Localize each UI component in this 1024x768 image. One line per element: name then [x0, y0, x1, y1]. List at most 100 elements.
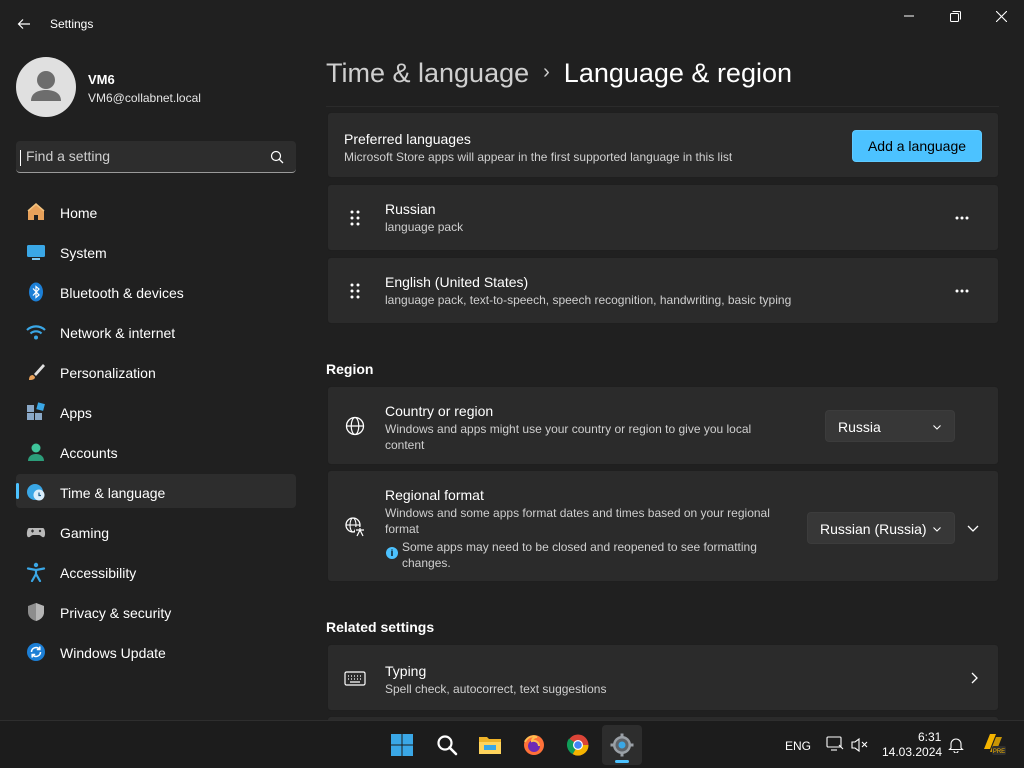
close-button[interactable] — [978, 0, 1024, 32]
sidebar-item-bluetooth[interactable]: Bluetooth & devices — [16, 274, 296, 308]
typing-subtitle: Spell check, autocorrect, text suggestio… — [385, 682, 607, 696]
sidebar-item-label: Windows Update — [60, 645, 166, 661]
globe-clock-icon — [27, 484, 45, 501]
regional-format-dropdown[interactable]: Russian (Russia) — [807, 512, 955, 544]
taskbar-chrome[interactable] — [558, 725, 598, 765]
minimize-button[interactable] — [886, 0, 932, 32]
drag-handle-icon[interactable] — [348, 209, 362, 227]
sidebar-item-gaming[interactable]: Gaming — [16, 514, 296, 548]
country-region-title: Country or region — [385, 403, 494, 419]
sidebar-item-time-language[interactable]: Time & language — [16, 474, 296, 508]
sidebar-item-label: Time & language — [60, 485, 166, 501]
language-item-russian[interactable]: Russian language pack — [327, 184, 999, 251]
sidebar-item-label: Bluetooth & devices — [60, 285, 184, 301]
sidebar: Home System Bluetooth & devices Network … — [16, 194, 296, 674]
search-icon[interactable] — [270, 150, 284, 164]
expand-button[interactable] — [966, 521, 980, 535]
more-options-button[interactable] — [946, 202, 978, 234]
chrome-icon — [566, 734, 589, 756]
typing-title: Typing — [385, 663, 427, 679]
back-button[interactable] — [10, 10, 38, 38]
language-features: language pack — [385, 220, 464, 234]
country-region-subtitle: Windows and apps might use your country … — [385, 422, 752, 452]
regional-format-card[interactable]: Regional format Windows and some apps fo… — [327, 470, 999, 582]
taskbar: ENG 6:31 14.03.2024 PRE — [0, 720, 1024, 768]
title-bar: Settings — [0, 0, 1024, 48]
taskbar-search-button[interactable] — [427, 725, 467, 765]
taskbar-file-explorer[interactable] — [470, 725, 510, 765]
preferred-languages-subtitle: Microsoft Store apps will appear in the … — [344, 150, 733, 164]
sidebar-item-accounts[interactable]: Accounts — [16, 434, 296, 468]
minimize-icon — [904, 15, 914, 17]
regional-format-title: Regional format — [385, 487, 484, 503]
taskbar-settings[interactable] — [602, 725, 642, 765]
taskbar-firefox[interactable] — [514, 725, 554, 765]
system-icon — [27, 245, 45, 260]
network-icon[interactable] — [826, 736, 844, 752]
sidebar-item-label: Accessibility — [60, 565, 137, 581]
volume-muted-icon[interactable] — [851, 737, 869, 753]
country-region-card: Country or region Windows and apps might… — [327, 386, 999, 465]
language-name: Russian — [385, 201, 436, 217]
sidebar-item-label: Privacy & security — [60, 605, 172, 621]
text-cursor — [20, 150, 21, 166]
sidebar-item-label: System — [60, 245, 107, 261]
profile-email: VM6@collabnet.local — [88, 91, 201, 105]
add-language-button[interactable]: Add a language — [852, 130, 982, 162]
chevron-down-icon — [933, 527, 941, 532]
sidebar-item-accessibility[interactable]: Accessibility — [16, 554, 296, 588]
language-features: language pack, text-to-speech, speech re… — [385, 293, 792, 307]
notification-bell-icon[interactable] — [948, 737, 964, 753]
arrow-left-icon — [17, 19, 30, 29]
clock-date[interactable]: 14.03.2024 — [882, 745, 942, 759]
shield-icon — [28, 603, 44, 621]
regional-format-icon — [345, 517, 365, 537]
svg-text:PRE: PRE — [993, 749, 1005, 755]
sidebar-item-system[interactable]: System — [16, 234, 296, 268]
sidebar-item-windows-update[interactable]: Windows Update — [16, 634, 296, 668]
typing-card[interactable]: Typing Spell check, autocorrect, text su… — [327, 644, 999, 711]
globe-icon — [345, 416, 365, 436]
accounts-icon — [28, 443, 44, 461]
preferred-languages-title: Preferred languages — [344, 131, 471, 147]
clock-time[interactable]: 6:31 — [918, 730, 941, 744]
breadcrumb-parent[interactable]: Time & language — [326, 58, 529, 88]
sidebar-item-home[interactable]: Home — [16, 194, 296, 228]
dropdown-value: Russia — [838, 419, 881, 435]
more-options-button[interactable] — [946, 275, 978, 307]
close-icon — [995, 10, 1007, 22]
input-language-indicator[interactable]: ENG — [785, 739, 811, 753]
avatar[interactable] — [16, 57, 76, 117]
drag-handle-icon[interactable] — [348, 282, 362, 300]
sidebar-item-label: Accounts — [60, 445, 118, 461]
dropdown-value: Russian (Russia) — [820, 521, 927, 537]
regional-format-info: Some apps may need to be closed and reop… — [402, 540, 757, 570]
divider — [326, 106, 999, 107]
regional-format-subtitle: Windows and some apps format dates and t… — [385, 506, 770, 536]
copilot-icon[interactable]: PRE — [980, 731, 1006, 757]
search-input[interactable] — [26, 141, 266, 171]
search-icon — [437, 735, 458, 756]
related-settings-heading: Related settings — [326, 619, 435, 635]
search-box[interactable] — [16, 141, 296, 173]
apps-icon — [27, 402, 45, 420]
language-item-english[interactable]: English (United States) language pack, t… — [327, 257, 999, 324]
home-icon — [27, 203, 45, 220]
update-icon — [27, 643, 45, 661]
sidebar-item-apps[interactable]: Apps — [16, 394, 296, 428]
sidebar-item-network[interactable]: Network & internet — [16, 314, 296, 348]
start-icon — [391, 734, 413, 756]
maximize-button[interactable] — [932, 0, 978, 32]
sidebar-item-personalization[interactable]: Personalization — [16, 354, 296, 388]
keyboard-icon — [344, 671, 366, 686]
sidebar-item-privacy[interactable]: Privacy & security — [16, 594, 296, 628]
language-name: English (United States) — [385, 274, 529, 290]
user-icon — [31, 71, 61, 101]
gamepad-icon — [26, 528, 46, 538]
country-region-dropdown[interactable]: Russia — [825, 410, 955, 442]
app-title: Settings — [50, 17, 94, 31]
start-button[interactable] — [382, 725, 422, 765]
breadcrumb-separator: › — [543, 61, 550, 83]
profile-name: VM6 — [88, 72, 115, 87]
sidebar-item-label: Network & internet — [60, 325, 176, 341]
